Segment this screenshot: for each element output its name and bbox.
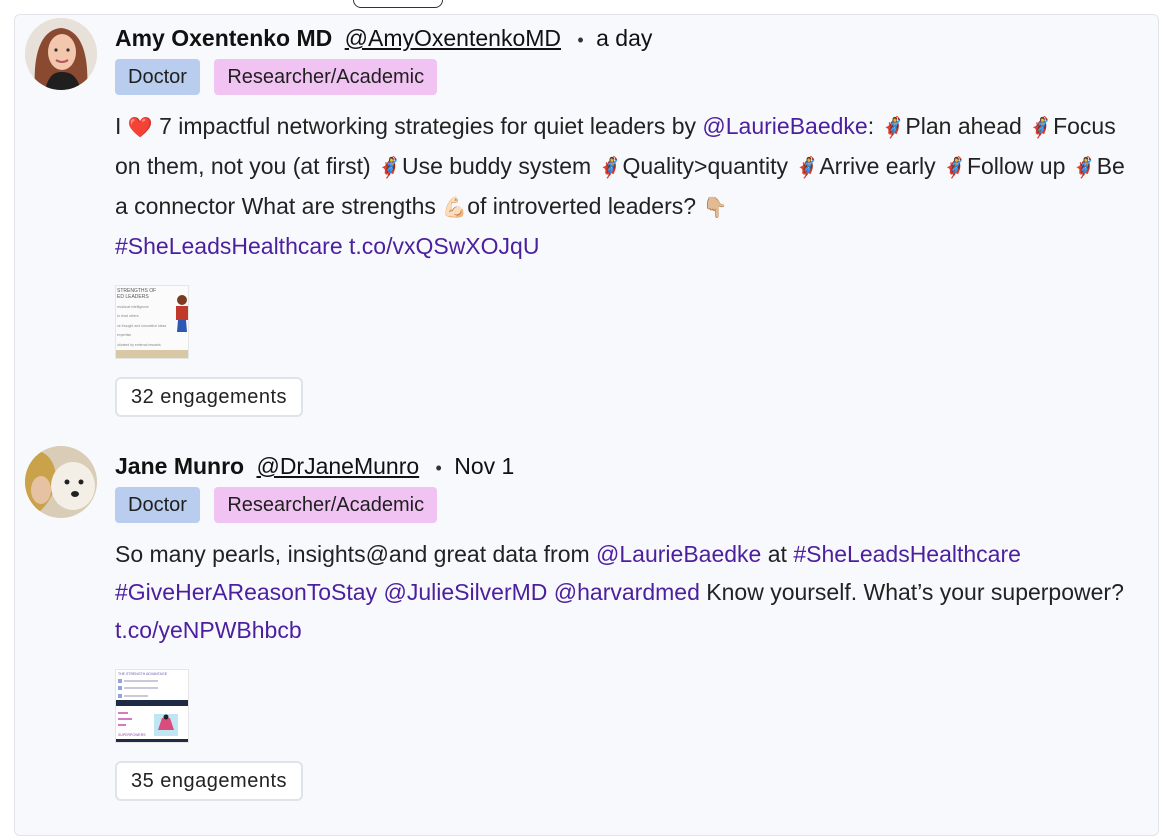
thumb-line: to read others [117, 314, 139, 318]
thumbnail-image: THE STRENGTH ADVANTAGE SUPERPOWERS [116, 670, 188, 742]
mention-link[interactable]: @JulieSilverMD [383, 579, 547, 605]
mention-link[interactable]: @LaurieBaedke [596, 541, 761, 567]
avatar-image [25, 18, 97, 90]
text-segment: Follow up [966, 153, 1072, 179]
badge-researcher: Researcher/Academic [214, 487, 438, 523]
pointing-down-emoji: 👇🏼 [702, 197, 728, 219]
mention-link[interactable]: @harvardmed [554, 579, 700, 605]
thumb-line: ve thought and innovative ideas [117, 324, 166, 328]
tab-edge [353, 0, 443, 8]
post-text: I ❤️ 7 impactful networking strategies f… [115, 107, 1128, 265]
post-body: Amy Oxentenko MD @AmyOxentenkoMD • a day… [115, 23, 1128, 417]
url-link[interactable]: t.co/yeNPWBhbcb [115, 617, 302, 643]
text-segment: of introverted leaders? [467, 193, 703, 219]
superhero-emoji: 🦸‍♀️ [1071, 157, 1097, 179]
superhero-emoji: 🦸‍♀️ [377, 157, 402, 179]
post-time: a day [596, 25, 653, 51]
separator-dot: • [577, 30, 584, 50]
text-segment: I [115, 113, 128, 139]
post-body: Jane Munro @DrJaneMunro • Nov 1 Doctor R… [115, 451, 1128, 801]
superhero-emoji: 🦸‍♀️ [794, 157, 820, 179]
author-handle[interactable]: @AmyOxentenkoMD [345, 25, 561, 51]
author-handle[interactable]: @DrJaneMunro [256, 453, 419, 479]
hashtag-link[interactable]: #GiveHerAReasonToStay [115, 579, 377, 605]
thumb-line: expertise [117, 333, 131, 337]
post-time: Nov 1 [454, 453, 515, 479]
post-header: Jane Munro @DrJaneMunro • Nov 1 [115, 451, 1128, 483]
avatar[interactable] [25, 18, 97, 90]
text-segment: 7 impactful networking strategies for qu… [152, 113, 703, 139]
flexed-biceps-emoji: 💪🏻 [442, 197, 468, 219]
superhero-emoji: 🦸‍♀️ [597, 157, 623, 179]
engagements-button[interactable]: 32 engagements [115, 377, 304, 417]
media-thumbnail[interactable]: STRENGTHS OF ED LEADERS motional intelli… [115, 285, 189, 359]
superhero-emoji: 🦸‍♀️ [942, 157, 967, 179]
badge-researcher: Researcher/Academic [214, 59, 438, 95]
text-segment: Plan ahead [905, 113, 1029, 139]
author-name[interactable]: Amy Oxentenko MD [115, 25, 332, 51]
avatar-image [25, 446, 97, 518]
engagements-button[interactable]: 35 engagements [115, 761, 304, 801]
badges: Doctor Researcher/Academic [115, 59, 1128, 95]
text-segment: Arrive early [819, 153, 943, 179]
badge-doctor: Doctor [115, 59, 200, 95]
badges: Doctor Researcher/Academic [115, 487, 1128, 523]
author-name[interactable]: Jane Munro [115, 453, 244, 479]
url-link[interactable]: t.co/vxQSwXOJqU [349, 233, 539, 259]
media-thumbnail[interactable]: THE STRENGTH ADVANTAGE SUPERPOWERS [115, 669, 189, 743]
superhero-emoji: 🦸‍♀️ [880, 117, 906, 139]
thumbnail-image: STRENGTHS OF ED LEADERS motional intelli… [116, 286, 188, 358]
post-text: So many pearls, insights@and great data … [115, 535, 1128, 649]
text-segment: Use buddy system [401, 153, 598, 179]
avatar[interactable] [25, 446, 97, 518]
feed-card: Amy Oxentenko MD @AmyOxentenkoMD • a day… [14, 14, 1159, 836]
thumb-line: motional intelligence [117, 305, 149, 309]
text-segment: So many pearls, insights@and great data … [115, 541, 597, 567]
separator-dot: • [435, 458, 442, 478]
text-segment: Know yourself. What’s your superpower? [699, 579, 1124, 605]
mention-link[interactable]: @LaurieBaedke [702, 113, 867, 139]
post-header: Amy Oxentenko MD @AmyOxentenkoMD • a day [115, 23, 1128, 55]
superhero-emoji: 🦸‍♀️ [1028, 117, 1054, 139]
thumb-line: otivated by external rewards [117, 343, 161, 347]
hashtag-link[interactable]: #SheLeadsHealthcare [793, 541, 1021, 567]
heart-emoji: ❤️ [127, 117, 153, 139]
thumb-line: THE STRENGTH ADVANTAGE [118, 672, 168, 676]
text-segment: at [761, 541, 794, 567]
badge-doctor: Doctor [115, 487, 200, 523]
text-segment: : [867, 113, 881, 139]
hashtag-link[interactable]: #SheLeadsHealthcare [115, 233, 343, 259]
text-segment: Quality>quantity [622, 153, 795, 179]
thumb-line: SUPERPOWERS [118, 733, 146, 737]
thumb-line: ED LEADERS [117, 294, 149, 300]
